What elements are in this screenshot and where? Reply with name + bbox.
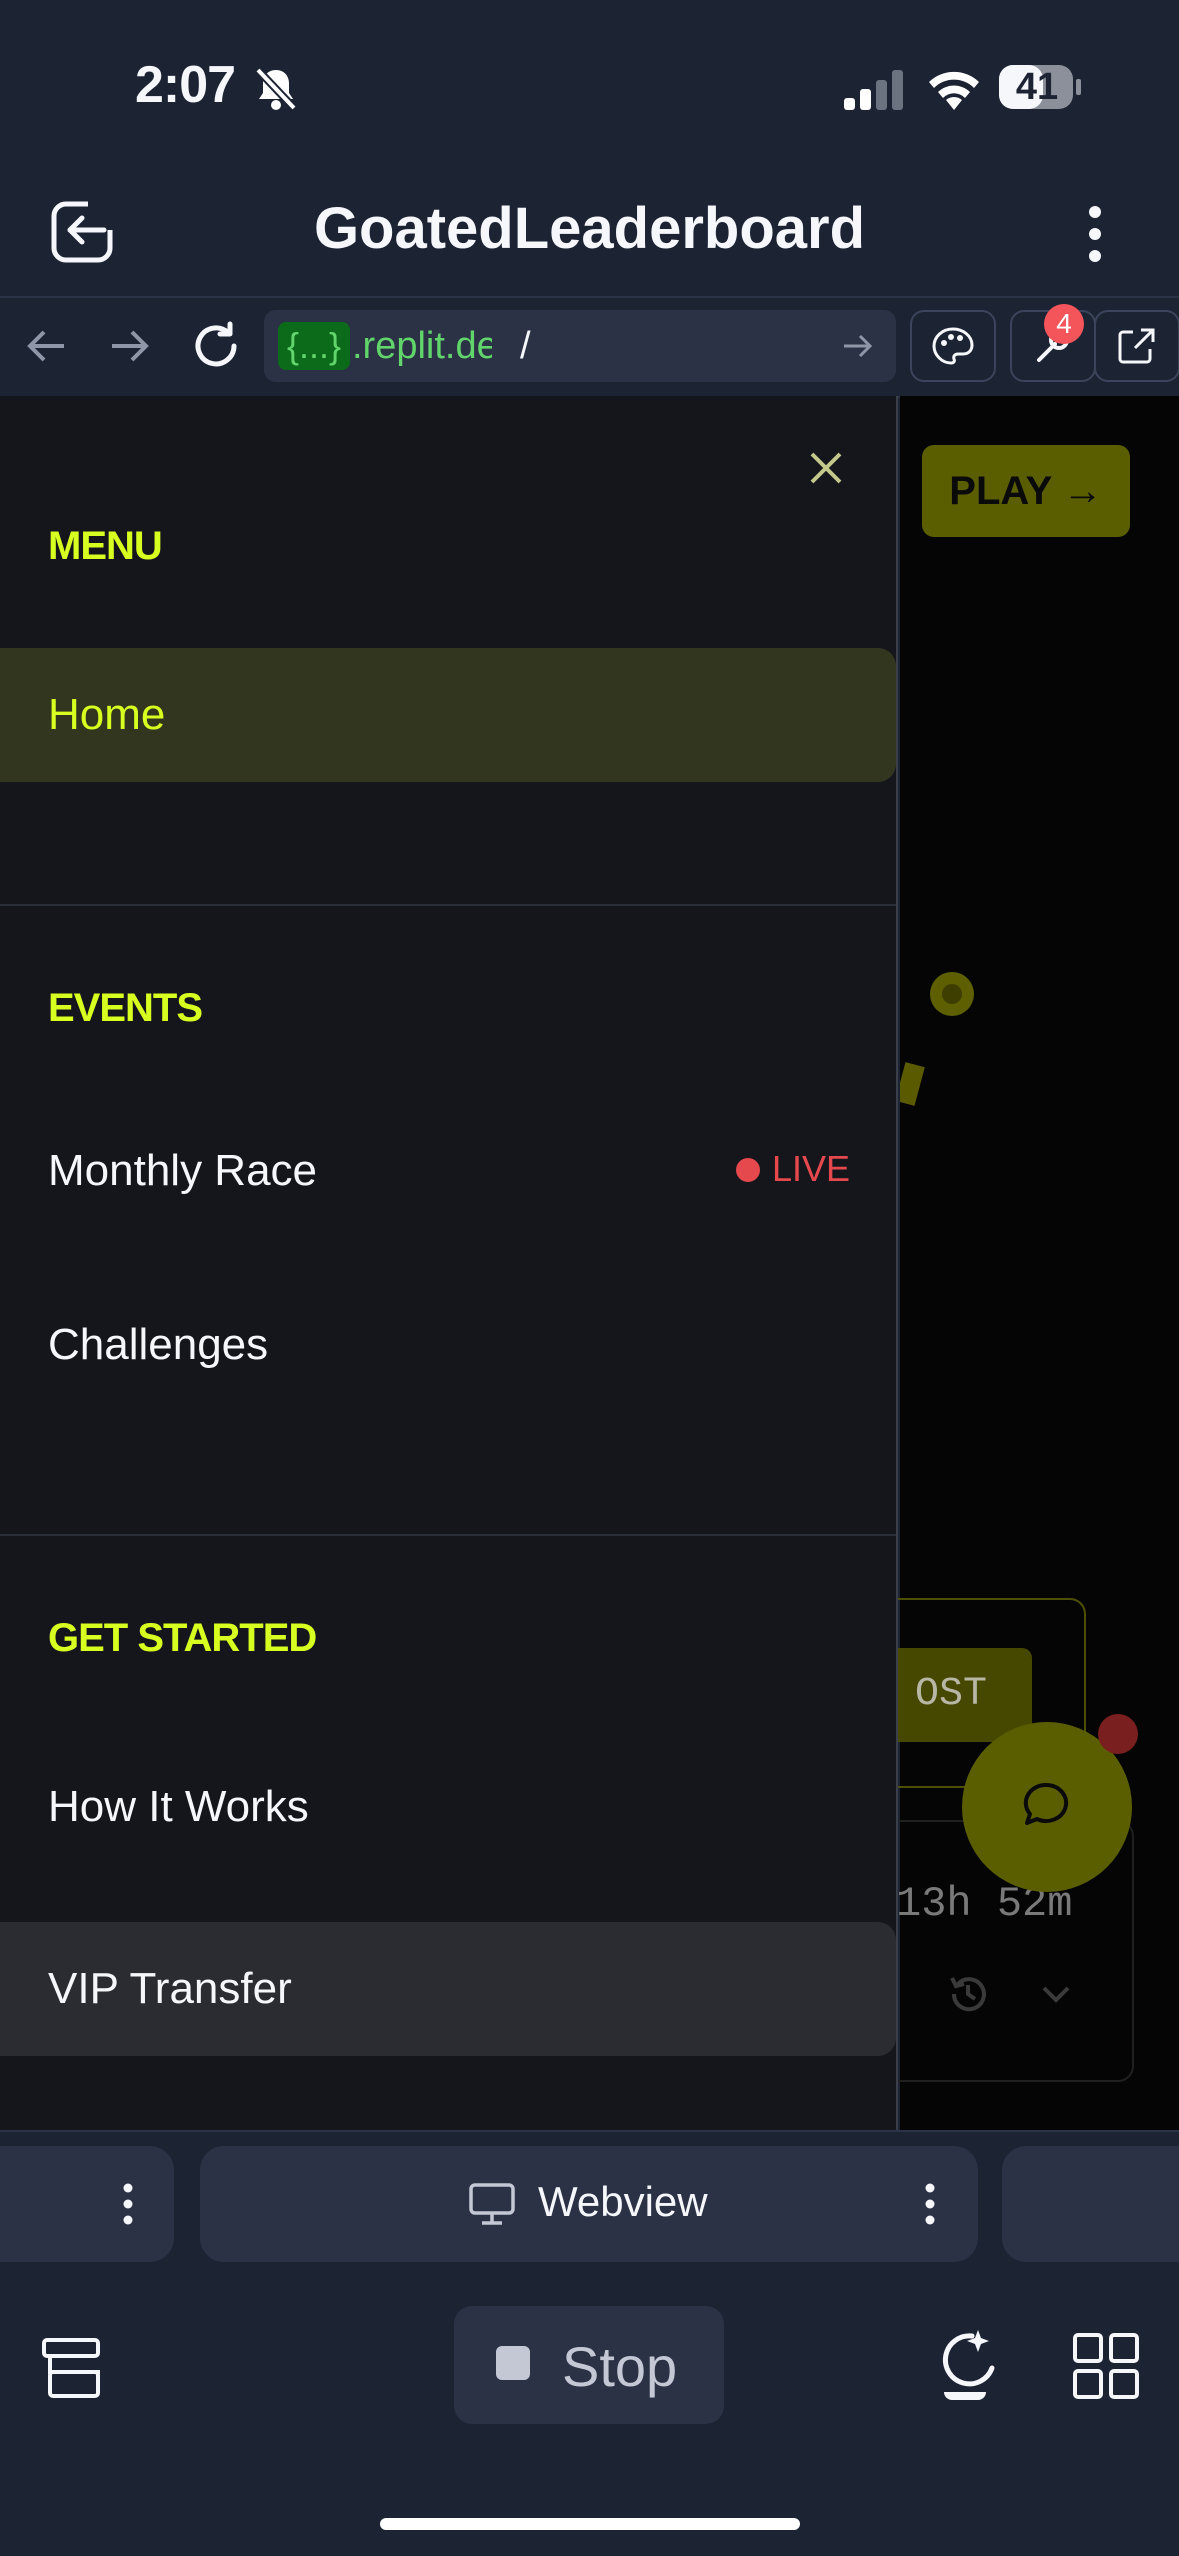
external-link-icon bbox=[1118, 328, 1155, 364]
status-time: 2:07 bbox=[135, 56, 236, 114]
url-path: / bbox=[520, 325, 531, 367]
go-arrow-icon[interactable] bbox=[840, 328, 876, 364]
drawer-item-challenges-label: Challenges bbox=[48, 1320, 269, 1369]
reload-icon[interactable] bbox=[190, 320, 242, 372]
drawer-divider bbox=[0, 1534, 896, 1536]
bell-muted-icon bbox=[254, 66, 298, 112]
forward-arrow-icon[interactable] bbox=[108, 326, 152, 366]
live-badge: LIVE bbox=[772, 1148, 851, 1189]
grid-icon[interactable] bbox=[1072, 2332, 1140, 2400]
drawer-divider bbox=[0, 904, 896, 906]
close-icon[interactable] bbox=[806, 448, 846, 488]
ai-assistant-icon[interactable] bbox=[932, 2326, 998, 2402]
section-title-get-started: GET STARTED bbox=[48, 1616, 317, 1660]
chat-bubble-icon bbox=[1023, 1782, 1069, 1825]
open-external-button[interactable] bbox=[1094, 310, 1179, 382]
tab-previous-menu-icon[interactable] bbox=[118, 2180, 138, 2228]
chat-notification-dot bbox=[1098, 1714, 1138, 1754]
history-icon[interactable] bbox=[946, 1972, 990, 2016]
layers-icon[interactable] bbox=[40, 2336, 106, 2400]
battery-level: 41 bbox=[1015, 66, 1059, 108]
stop-button-label: Stop bbox=[562, 2335, 678, 2398]
palette-icon bbox=[932, 327, 974, 365]
live-indicator-dot bbox=[736, 1158, 760, 1182]
theme-button[interactable] bbox=[910, 310, 996, 382]
tabs-divider bbox=[0, 2130, 1179, 2132]
tab-previous[interactable] bbox=[0, 2146, 174, 2262]
app-title: GoatedLeaderboard bbox=[313, 196, 866, 261]
drawer-item-home-label: Home bbox=[48, 690, 166, 739]
stop-icon bbox=[496, 2346, 530, 2380]
decoration-icon bbox=[900, 1060, 930, 1110]
drawer-item-vip-transfer-label: VIP Transfer bbox=[48, 1964, 292, 2013]
tab-webview-menu-icon[interactable] bbox=[920, 2180, 940, 2228]
drawer-item-monthly-race-label: Monthly Race bbox=[48, 1146, 318, 1195]
play-button[interactable]: PLAY → bbox=[922, 445, 1130, 537]
url-token: {...} bbox=[278, 322, 350, 370]
back-arrow-icon[interactable] bbox=[24, 326, 68, 366]
section-title-menu: MENU bbox=[48, 524, 163, 568]
chip-icon bbox=[924, 966, 980, 1022]
wifi-icon bbox=[926, 66, 982, 110]
chevron-down-icon[interactable] bbox=[1040, 1984, 1072, 2006]
cellular-signal-icon bbox=[844, 70, 906, 110]
url-domain: .replit.dev bbox=[352, 325, 492, 367]
section-title-events: EVENTS bbox=[48, 986, 203, 1030]
monitor-icon bbox=[468, 2182, 516, 2226]
home-indicator[interactable] bbox=[380, 2518, 800, 2530]
more-vertical-icon[interactable] bbox=[1080, 204, 1110, 264]
tab-next[interactable] bbox=[1002, 2146, 1179, 2262]
drawer-item-how-it-works-label: How It Works bbox=[48, 1782, 309, 1831]
notification-badge: 4 bbox=[1044, 304, 1084, 344]
tab-webview-label: Webview bbox=[538, 2178, 708, 2225]
